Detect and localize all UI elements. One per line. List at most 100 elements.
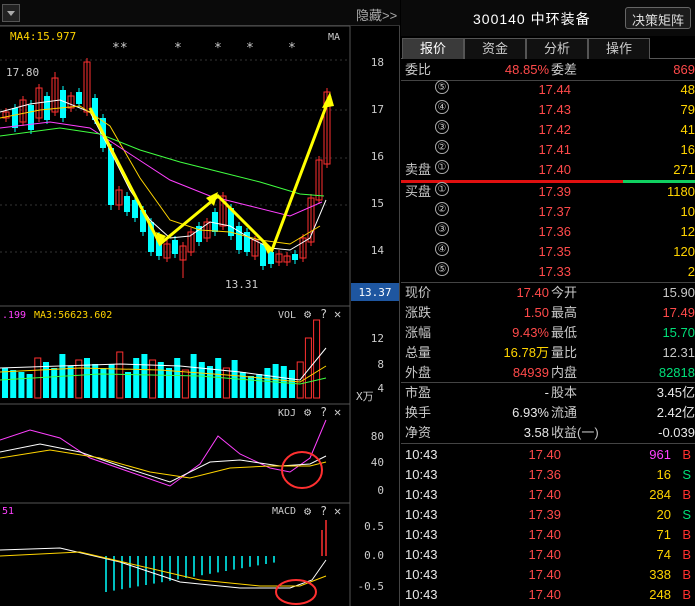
tab-operation[interactable]: 操作 <box>588 38 650 59</box>
tick-price: 17.36 <box>528 467 561 482</box>
fund-label-2: 收益(一) <box>551 425 599 440</box>
chart-area[interactable]: 隐藏>> MA4:15.977 MA ** * * * * 17.80 13.31 18 17 16 1… <box>0 0 400 606</box>
ask-volume: 41 <box>680 122 695 137</box>
tick-volume: 338 <box>649 567 671 582</box>
stat-row: 涨跌 1.50 最高 17.49 <box>401 303 695 323</box>
fund-label: 市盈 <box>405 385 432 400</box>
ask-price: 17.42 <box>538 122 571 137</box>
volume-bar <box>116 351 124 399</box>
gear-icon[interactable]: ⚙ <box>304 504 312 518</box>
decision-matrix-button[interactable]: 决策矩阵 <box>624 7 691 29</box>
macd-prefix: 51 <box>2 506 14 517</box>
tick-volume: 16 <box>656 467 671 482</box>
volume-bar <box>92 364 99 398</box>
volume-bar <box>10 370 17 398</box>
volume-bar <box>181 369 189 399</box>
tick-price: 17.40 <box>528 487 561 502</box>
close-icon[interactable]: ✕ <box>334 405 341 419</box>
ask-volume: 79 <box>680 102 695 117</box>
bid-level: ③ <box>435 222 449 236</box>
stat-row: 现价 17.40 今开 15.90 <box>401 283 695 303</box>
tick-row: 10:43 17.40 74 B <box>401 545 695 565</box>
stat-label-2: 量比 <box>551 345 578 360</box>
tick-volume: 284 <box>649 487 671 502</box>
vol-tag: VOL <box>278 310 296 321</box>
bid-price: 17.35 <box>538 244 571 259</box>
stat-label: 总量 <box>405 345 432 360</box>
star-marker: * <box>246 41 254 56</box>
gear-icon[interactable]: ⚙ <box>304 307 312 321</box>
macd-dea-line <box>0 551 327 587</box>
tick-row: 10:43 17.39 20 S <box>401 505 695 525</box>
volume-bar <box>198 362 205 398</box>
tab-funds[interactable]: 资金 <box>464 38 526 59</box>
tick-side: S <box>682 507 691 522</box>
tick-time: 10:43 <box>405 467 438 482</box>
ask-level: ② <box>435 140 449 154</box>
tick-side: B <box>682 567 691 582</box>
star-marker: ** <box>112 41 128 56</box>
ask-price: 17.43 <box>538 102 571 117</box>
ask-row: ② 17.41 16 <box>401 140 695 160</box>
volume-bar <box>67 366 74 398</box>
stat-label-2: 今开 <box>551 285 578 300</box>
ask-row: 卖盘 ① 17.40 271 <box>401 160 695 180</box>
ask-price: 17.44 <box>538 82 571 97</box>
tab-analysis[interactable]: 分析 <box>526 38 588 59</box>
tick-side: B <box>682 587 691 602</box>
tick-time: 10:43 <box>405 447 438 462</box>
vol-prefix: .199 <box>2 310 26 321</box>
weibi-value: 48.85% <box>504 62 549 77</box>
star-marker: * <box>288 41 296 56</box>
close-icon[interactable]: ✕ <box>334 307 341 321</box>
tick-time: 10:43 <box>405 547 438 562</box>
tick-volume: 74 <box>656 547 671 562</box>
volume-bar <box>18 372 25 398</box>
stat-row: 外盘 84939 内盘 82818 <box>401 363 695 383</box>
stat-value: 9.43% <box>512 325 549 340</box>
tab-quote[interactable]: 报价 <box>402 38 464 59</box>
fund-value-2: 2.42亿 <box>656 405 695 420</box>
kdj-d-line <box>0 449 327 479</box>
quote-header: 300140 中环装备 决策矩阵 <box>401 0 695 36</box>
candle-body <box>44 96 50 120</box>
candle-body <box>172 240 178 254</box>
help-icon[interactable]: ? <box>320 405 327 419</box>
ask-level: ③ <box>435 120 449 134</box>
volume-bar <box>2 368 8 398</box>
ask-label: 卖盘 <box>405 162 432 177</box>
kdj-axis-tick: 80 <box>371 430 384 443</box>
ask-row: ⑤ 17.44 48 <box>401 80 695 100</box>
tick-time: 10:43 <box>405 507 438 522</box>
gear-icon[interactable]: ⚙ <box>304 405 312 419</box>
bid-level: ① <box>435 182 449 196</box>
help-icon[interactable]: ? <box>320 307 327 321</box>
close-icon[interactable]: ✕ <box>334 504 341 518</box>
vol-axis-tick: 12 <box>371 332 384 345</box>
stat-label: 现价 <box>405 285 432 300</box>
tick-time: 10:43 <box>405 567 438 582</box>
fundamental-row: 换手 6.93% 流通 2.42亿 <box>401 403 695 423</box>
candle-body <box>12 108 18 128</box>
ask-volume: 48 <box>680 82 695 97</box>
bid-row: ⑤ 17.33 2 <box>401 262 695 282</box>
bid-volume: 2 <box>687 264 695 279</box>
bid-volume: 120 <box>673 244 695 259</box>
tick-price: 17.40 <box>528 587 561 602</box>
stat-value-2: 17.49 <box>662 305 695 320</box>
help-icon[interactable]: ? <box>320 504 327 518</box>
volume-bar <box>149 359 157 399</box>
bid-level: ⑤ <box>435 262 449 276</box>
kdj-tag: KDJ <box>278 408 296 419</box>
fund-label: 净资 <box>405 425 432 440</box>
candle-body <box>212 212 218 232</box>
tick-row: 10:43 17.40 961 B <box>401 445 695 465</box>
tick-side: B <box>682 447 691 462</box>
tick-price: 17.40 <box>528 527 561 542</box>
fund-label-2: 股本 <box>551 385 578 400</box>
kline-chart[interactable]: MA4:15.977 MA** * * * *17.8013.31181716151413… <box>0 0 400 606</box>
candle-body <box>60 90 66 118</box>
volume-bar <box>264 368 271 398</box>
star-marker: * <box>214 41 222 56</box>
fund-value: 3.58 <box>523 425 549 440</box>
